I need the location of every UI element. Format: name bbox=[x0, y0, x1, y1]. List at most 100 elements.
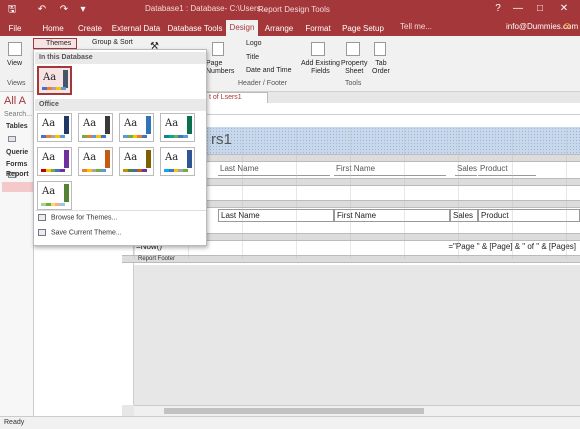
tab-order-button[interactable]: Tab Order bbox=[372, 60, 390, 76]
theme-glyph: Aa bbox=[83, 118, 97, 129]
redo-icon[interactable]: ↷ bbox=[58, 3, 70, 16]
theme-glyph: Aa bbox=[42, 118, 56, 129]
table-icon[interactable] bbox=[8, 136, 16, 142]
themes-button[interactable]: Themes bbox=[33, 38, 77, 49]
quick-access-more-icon[interactable]: ▾ bbox=[78, 3, 88, 16]
theme-option[interactable]: Aa bbox=[160, 113, 195, 142]
nav-forms-header[interactable]: Forms bbox=[6, 161, 27, 168]
theme-color-stripe bbox=[82, 135, 106, 138]
nav-selected-report[interactable] bbox=[2, 182, 33, 192]
nav-title[interactable]: All A bbox=[4, 95, 26, 107]
tell-me-input[interactable]: Tell me... bbox=[400, 22, 432, 31]
theme-color-swatch bbox=[101, 169, 106, 172]
tab-create[interactable]: Create bbox=[74, 22, 106, 36]
minimize-button[interactable]: — bbox=[510, 2, 526, 16]
theme-option[interactable]: Aa bbox=[78, 147, 113, 176]
theme-color-stripe bbox=[123, 135, 147, 138]
view-icon[interactable] bbox=[8, 42, 22, 56]
theme-glyph: Aa bbox=[43, 72, 57, 83]
theme-color-swatch bbox=[183, 169, 188, 172]
close-button[interactable]: ✕ bbox=[556, 2, 572, 16]
theme-glyph: Aa bbox=[42, 152, 56, 163]
browse-themes-item[interactable]: Browse for Themes... bbox=[38, 214, 117, 221]
group-sort-button[interactable]: Group & Sort bbox=[92, 39, 133, 46]
tab-file[interactable]: File bbox=[4, 22, 26, 36]
theme-color-stripe bbox=[164, 135, 188, 138]
tools-group-label: Tools bbox=[345, 80, 362, 87]
theme-color-stripe bbox=[41, 135, 65, 138]
report-footer-bar[interactable]: Report Footer bbox=[122, 255, 580, 263]
property-sheet-button[interactable]: Property Sheet bbox=[341, 60, 367, 76]
tab-home[interactable]: Home bbox=[38, 22, 68, 36]
theme-glyph: Aa bbox=[165, 118, 179, 129]
in-this-database-header: In this Database bbox=[35, 52, 206, 64]
save-theme-item[interactable]: Save Current Theme... bbox=[38, 229, 122, 236]
detail-field-first-name[interactable]: First Name bbox=[334, 209, 450, 222]
smiley-icon[interactable]: ☺ bbox=[562, 21, 572, 32]
theme-current[interactable]: Aa bbox=[37, 66, 72, 95]
nav-queries-header[interactable]: Querie bbox=[6, 149, 28, 156]
theme-option[interactable]: Aa bbox=[78, 113, 113, 142]
header-label-last-name[interactable]: Last Name bbox=[218, 163, 330, 176]
theme-color-swatch bbox=[183, 135, 188, 138]
theme-glyph: Aa bbox=[124, 118, 138, 129]
save-icon bbox=[38, 229, 46, 236]
undo-icon[interactable]: ↶ bbox=[36, 3, 48, 16]
nav-reports-header[interactable]: Report bbox=[6, 171, 29, 178]
tab-page-setup[interactable]: Page Setup bbox=[340, 22, 386, 36]
page-numbers-button[interactable]: Page Numbers bbox=[206, 60, 234, 76]
add-fields-icon[interactable] bbox=[311, 42, 325, 56]
tab-order-icon[interactable] bbox=[374, 42, 386, 56]
property-sheet-icon[interactable] bbox=[346, 42, 360, 56]
tab-database-tools[interactable]: Database Tools bbox=[166, 22, 224, 36]
theme-accent-bar bbox=[64, 150, 69, 168]
detail-field-last-name[interactable]: Last Name bbox=[218, 209, 334, 222]
theme-accent-bar bbox=[146, 150, 151, 168]
maximize-button[interactable]: □ bbox=[532, 2, 548, 16]
page-number-field[interactable]: ="Page " & [Page] & " of " & [Pages] bbox=[380, 241, 580, 254]
theme-accent-bar bbox=[64, 116, 69, 134]
theme-color-swatch bbox=[142, 169, 147, 172]
detail-field-product[interactable]: Product bbox=[478, 209, 580, 222]
status-bar: Ready bbox=[0, 416, 580, 429]
ribbon-tabs: File Home Create External Data Database … bbox=[0, 19, 580, 36]
theme-option[interactable]: Aa bbox=[37, 147, 72, 176]
add-existing-fields-button[interactable]: Add Existing Fields bbox=[301, 60, 340, 76]
theme-color-swatch bbox=[61, 87, 66, 90]
scrollbar-thumb[interactable] bbox=[164, 408, 424, 414]
page-numbers-icon[interactable] bbox=[212, 42, 224, 56]
header-label-product[interactable]: Product bbox=[478, 163, 536, 176]
theme-option[interactable]: Aa bbox=[37, 113, 72, 142]
detail-field-sales[interactable]: Sales bbox=[450, 209, 478, 222]
office-header: Office bbox=[35, 99, 206, 111]
folder-icon bbox=[38, 214, 46, 221]
date-time-button[interactable]: Date and Time bbox=[246, 67, 292, 74]
document-tab[interactable]: t of Lsers1 bbox=[206, 92, 268, 103]
theme-option[interactable]: Aa bbox=[119, 147, 154, 176]
view-button[interactable]: View bbox=[7, 60, 22, 67]
theme-option[interactable]: Aa bbox=[37, 181, 72, 210]
help-icon[interactable]: ? bbox=[490, 2, 506, 16]
theme-glyph: Aa bbox=[42, 186, 56, 197]
nav-search-input[interactable]: Search... bbox=[4, 111, 32, 118]
header-footer-group-label: Header / Footer bbox=[238, 80, 288, 87]
horizontal-scrollbar[interactable] bbox=[134, 405, 580, 416]
theme-glyph: Aa bbox=[124, 152, 138, 163]
tab-format[interactable]: Format bbox=[302, 22, 334, 36]
report-title-text[interactable]: rs1 bbox=[211, 131, 232, 148]
title-button[interactable]: Title bbox=[246, 54, 259, 61]
header-label-first-name[interactable]: First Name bbox=[334, 163, 446, 176]
tab-arrange[interactable]: Arrange bbox=[262, 22, 296, 36]
views-group-label: Views bbox=[7, 80, 26, 87]
save-icon[interactable]: 🖫 bbox=[6, 3, 18, 16]
theme-color-stripe bbox=[82, 169, 106, 172]
theme-glyph: Aa bbox=[165, 152, 179, 163]
tab-design[interactable]: Design bbox=[226, 20, 258, 36]
theme-option[interactable]: Aa bbox=[160, 147, 195, 176]
logo-button[interactable]: Logo bbox=[246, 40, 262, 47]
nav-tables-header[interactable]: Tables bbox=[6, 123, 28, 130]
theme-color-stripe bbox=[41, 169, 65, 172]
theme-option[interactable]: Aa bbox=[119, 113, 154, 142]
header-label-sales[interactable]: Sales bbox=[455, 163, 477, 176]
tab-external-data[interactable]: External Data bbox=[108, 22, 164, 36]
